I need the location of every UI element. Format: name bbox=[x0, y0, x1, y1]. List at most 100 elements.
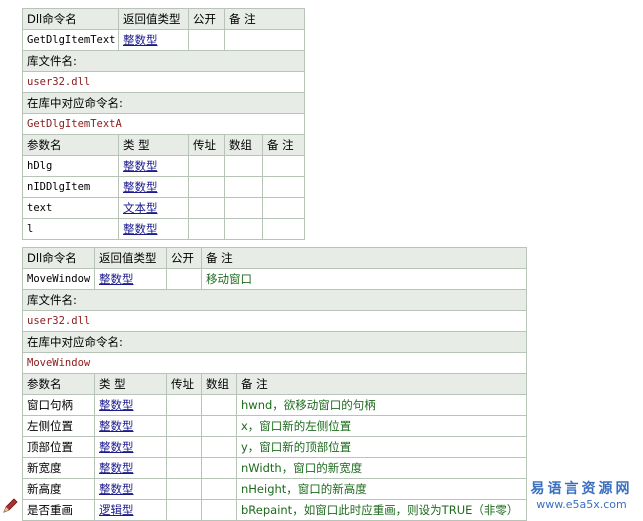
public-cell[interactable] bbox=[188, 29, 225, 51]
command-name[interactable]: MoveWindow bbox=[22, 268, 95, 290]
remark-cell[interactable]: 移动窗口 bbox=[201, 268, 527, 290]
param-type-link[interactable]: 整数型 bbox=[123, 222, 158, 236]
param-type-cell[interactable]: 文本型 bbox=[118, 197, 189, 219]
param-row[interactable]: hDlg 整数型 bbox=[22, 155, 305, 177]
param-name[interactable]: text bbox=[22, 197, 119, 219]
param-type-cell[interactable]: 整数型 bbox=[118, 155, 189, 177]
return-type-cell[interactable]: 整数型 bbox=[118, 29, 189, 51]
command-row[interactable]: GetDlgItemText 整数型 bbox=[22, 29, 305, 51]
param-array[interactable] bbox=[201, 499, 237, 521]
command-row[interactable]: MoveWindow 整数型 移动窗口 bbox=[22, 268, 527, 290]
param-remark[interactable]: y，窗口新的顶部位置 bbox=[236, 436, 527, 458]
command-name[interactable]: GetDlgItemText bbox=[22, 29, 119, 51]
lib-cmd-value[interactable]: MoveWindow bbox=[22, 352, 527, 374]
param-remark[interactable]: nHeight，窗口的新高度 bbox=[236, 478, 527, 500]
lib-cmd-value[interactable]: GetDlgItemTextA bbox=[22, 113, 305, 135]
param-row[interactable]: 是否重画 逻辑型 bRepaint，如窗口此时应重画，则设为TRUE（非零） bbox=[22, 499, 527, 521]
return-type-link[interactable]: 整数型 bbox=[123, 33, 158, 47]
param-name[interactable]: hDlg bbox=[22, 155, 119, 177]
param-name[interactable]: 新宽度 bbox=[22, 457, 95, 479]
param-remark[interactable]: nWidth，窗口的新宽度 bbox=[236, 457, 527, 479]
param-type-link[interactable]: 整数型 bbox=[99, 461, 134, 475]
param-type-link[interactable]: 整数型 bbox=[99, 419, 134, 433]
param-type-link[interactable]: 整数型 bbox=[123, 159, 158, 173]
param-type-link[interactable]: 整数型 bbox=[123, 180, 158, 194]
param-by-ref[interactable] bbox=[188, 176, 225, 198]
param-row[interactable]: text 文本型 bbox=[22, 197, 305, 219]
param-name[interactable]: nIDDlgItem bbox=[22, 176, 119, 198]
param-name[interactable]: 新高度 bbox=[22, 478, 95, 500]
param-name[interactable]: l bbox=[22, 218, 119, 240]
param-remark[interactable] bbox=[262, 197, 305, 219]
param-type-link[interactable]: 逻辑型 bbox=[99, 503, 134, 517]
param-remark[interactable]: hwnd，欲移动窗口的句柄 bbox=[236, 394, 527, 416]
param-type-cell[interactable]: 整数型 bbox=[94, 415, 167, 437]
param-remark[interactable] bbox=[262, 176, 305, 198]
param-type-cell[interactable]: 整数型 bbox=[118, 218, 189, 240]
by-ref-header: 传址 bbox=[188, 134, 225, 156]
param-type-link[interactable]: 文本型 bbox=[123, 201, 158, 215]
public-header: 公开 bbox=[188, 8, 225, 30]
param-by-ref[interactable] bbox=[166, 457, 202, 479]
lib-file-value[interactable]: user32.dll bbox=[22, 310, 527, 332]
return-type-cell[interactable]: 整数型 bbox=[94, 268, 167, 290]
param-by-ref[interactable] bbox=[166, 478, 202, 500]
param-type-cell[interactable]: 整数型 bbox=[94, 457, 167, 479]
param-array[interactable] bbox=[224, 218, 263, 240]
param-type-link[interactable]: 整数型 bbox=[99, 482, 134, 496]
remark-cell[interactable] bbox=[224, 29, 305, 51]
param-remark[interactable] bbox=[262, 155, 305, 177]
param-name-header: 参数名 bbox=[22, 134, 119, 156]
param-name[interactable]: 窗口句柄 bbox=[22, 394, 95, 416]
param-array[interactable] bbox=[224, 176, 263, 198]
param-remark[interactable]: x，窗口新的左侧位置 bbox=[236, 415, 527, 437]
lib-file-value[interactable]: user32.dll bbox=[22, 71, 305, 93]
param-array[interactable] bbox=[201, 478, 237, 500]
param-type-cell[interactable]: 整数型 bbox=[94, 478, 167, 500]
param-array[interactable] bbox=[201, 457, 237, 479]
param-array[interactable] bbox=[201, 436, 237, 458]
param-row[interactable]: 窗口句柄 整数型 hwnd，欲移动窗口的句柄 bbox=[22, 394, 527, 416]
param-type-link[interactable]: 整数型 bbox=[99, 398, 134, 412]
remark-header: 备 注 bbox=[201, 247, 527, 269]
param-by-ref[interactable] bbox=[188, 155, 225, 177]
param-row[interactable]: 新宽度 整数型 nWidth，窗口的新宽度 bbox=[22, 457, 527, 479]
param-header-row: 参数名 类 型 传址 数组 备 注 bbox=[22, 134, 305, 156]
param-array[interactable] bbox=[224, 197, 263, 219]
dll-name-header: Dll命令名 bbox=[22, 8, 119, 30]
param-by-ref[interactable] bbox=[166, 499, 202, 521]
return-type-link[interactable]: 整数型 bbox=[99, 272, 134, 286]
param-type-cell[interactable]: 整数型 bbox=[118, 176, 189, 198]
param-by-ref[interactable] bbox=[166, 394, 202, 416]
param-array[interactable] bbox=[201, 394, 237, 416]
param-header-row: 参数名 类 型 传址 数组 备 注 bbox=[22, 373, 527, 395]
param-name[interactable]: 顶部位置 bbox=[22, 436, 95, 458]
param-by-ref[interactable] bbox=[188, 197, 225, 219]
dll-command-table-movewindow: Dll命令名 返回值类型 公开 备 注 MoveWindow 整数型 移动窗口 … bbox=[22, 247, 527, 521]
param-remark[interactable]: bRepaint，如窗口此时应重画，则设为TRUE（非零） bbox=[236, 499, 527, 521]
command-header-row: Dll命令名 返回值类型 公开 备 注 bbox=[22, 247, 527, 269]
param-by-ref[interactable] bbox=[166, 436, 202, 458]
param-array[interactable] bbox=[224, 155, 263, 177]
param-remark[interactable] bbox=[262, 218, 305, 240]
param-by-ref[interactable] bbox=[188, 218, 225, 240]
param-name[interactable]: 是否重画 bbox=[22, 499, 95, 521]
param-row[interactable]: nIDDlgItem 整数型 bbox=[22, 176, 305, 198]
param-by-ref[interactable] bbox=[166, 415, 202, 437]
return-type-header: 返回值类型 bbox=[94, 247, 167, 269]
param-type-cell[interactable]: 整数型 bbox=[94, 394, 167, 416]
param-type-cell[interactable]: 逻辑型 bbox=[94, 499, 167, 521]
param-row[interactable]: 新高度 整数型 nHeight，窗口的新高度 bbox=[22, 478, 527, 500]
pencil-icon bbox=[3, 498, 18, 513]
public-cell[interactable] bbox=[166, 268, 202, 290]
param-type-link[interactable]: 整数型 bbox=[99, 440, 134, 454]
watermark-url: www.e5a5x.com bbox=[536, 498, 627, 511]
param-row[interactable]: l 整数型 bbox=[22, 218, 305, 240]
param-array[interactable] bbox=[201, 415, 237, 437]
param-name[interactable]: 左侧位置 bbox=[22, 415, 95, 437]
array-header: 数组 bbox=[224, 134, 263, 156]
param-type-cell[interactable]: 整数型 bbox=[94, 436, 167, 458]
public-header: 公开 bbox=[166, 247, 202, 269]
param-row[interactable]: 顶部位置 整数型 y，窗口新的顶部位置 bbox=[22, 436, 527, 458]
param-row[interactable]: 左侧位置 整数型 x，窗口新的左侧位置 bbox=[22, 415, 527, 437]
